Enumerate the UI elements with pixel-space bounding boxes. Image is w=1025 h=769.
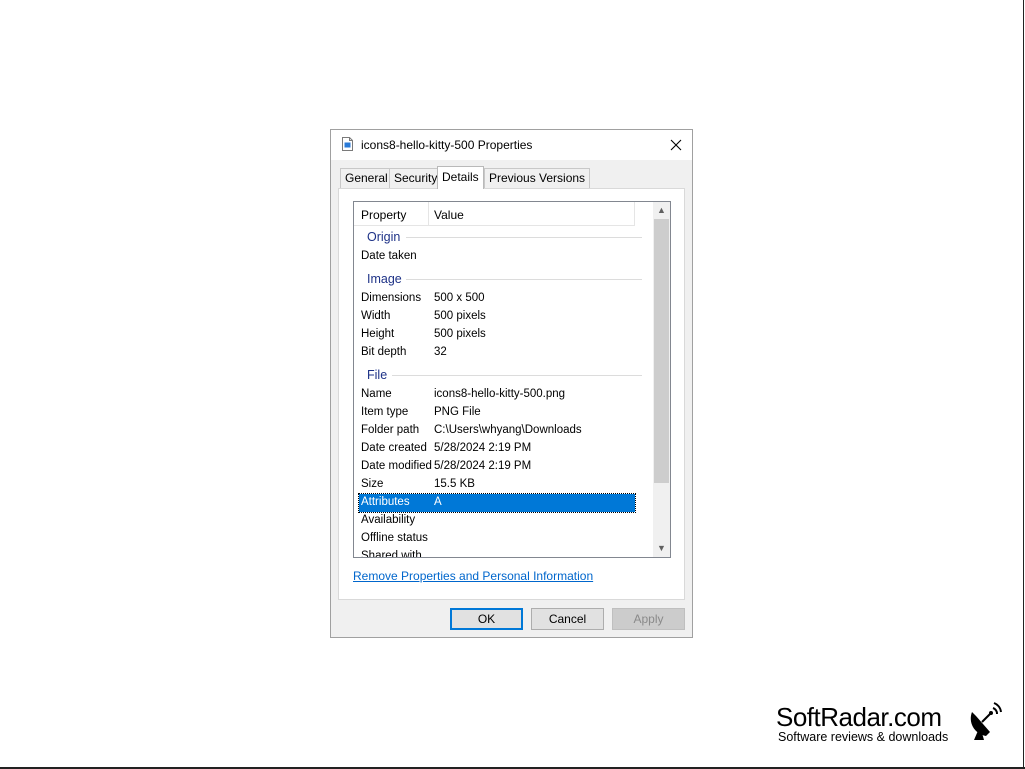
scroll-up-arrow-icon[interactable]: ▲ <box>653 202 670 219</box>
property-row-bit-depth[interactable]: Bit depth 32 <box>359 344 635 362</box>
screen-edge-right <box>1023 0 1024 769</box>
property-row-offline-status[interactable]: Offline status <box>359 530 635 548</box>
property-row-dimensions[interactable]: Dimensions 500 x 500 <box>359 290 635 308</box>
remove-properties-link[interactable]: Remove Properties and Personal Informati… <box>353 569 593 583</box>
satellite-dish-icon <box>970 702 1002 740</box>
property-row-attributes[interactable]: Attributes A <box>358 493 636 513</box>
property-row-item-type[interactable]: Item type PNG File <box>359 404 635 422</box>
softradar-watermark: SoftRadar.com Software reviews & downloa… <box>776 702 1006 752</box>
property-row-size[interactable]: Size 15.5 KB <box>359 476 635 494</box>
window-title: icons8-hello-kitty-500 Properties <box>361 138 533 152</box>
property-row-folder-path[interactable]: Folder path C:\Users\whyang\Downloads <box>359 422 635 440</box>
file-image-icon <box>342 137 353 151</box>
apply-button[interactable]: Apply <box>612 608 685 630</box>
scroll-down-arrow-icon[interactable]: ▼ <box>653 540 670 557</box>
group-header-origin: Origin <box>367 230 401 244</box>
brand-name: SoftRadar.com <box>776 702 942 732</box>
column-separator[interactable] <box>634 202 635 226</box>
brand-tagline: Software reviews & downloads <box>778 730 949 744</box>
tab-general[interactable]: General <box>340 168 393 188</box>
group-header-image: Image <box>367 272 402 286</box>
tab-previous-versions[interactable]: Previous Versions <box>484 168 591 188</box>
column-separator[interactable] <box>428 202 429 226</box>
property-row-availability[interactable]: Availability <box>359 512 635 530</box>
cancel-button[interactable]: Cancel <box>531 608 604 630</box>
property-row-width[interactable]: Width 500 pixels <box>359 308 635 326</box>
column-header-property[interactable]: Property <box>361 208 406 222</box>
group-header-file: File <box>367 368 388 382</box>
tab-details[interactable]: Details <box>437 166 484 189</box>
details-panel: Property Value Origin Date taken Image D… <box>338 188 685 600</box>
vertical-scrollbar[interactable]: ▲ ▼ <box>653 202 670 557</box>
list-header: Property Value <box>354 202 635 226</box>
property-row-date-taken[interactable]: Date taken <box>359 248 635 266</box>
property-row-date-created[interactable]: Date created 5/28/2024 2:19 PM <box>359 440 635 458</box>
property-row-date-modified[interactable]: Date modified 5/28/2024 2:19 PM <box>359 458 635 476</box>
group-divider <box>406 279 642 280</box>
property-row-height[interactable]: Height 500 pixels <box>359 326 635 344</box>
close-icon[interactable] <box>663 132 689 158</box>
scrollbar-thumb[interactable] <box>654 219 669 483</box>
properties-dialog: icons8-hello-kitty-500 Properties Genera… <box>330 129 693 638</box>
ok-button[interactable]: OK <box>450 608 523 630</box>
property-row-name[interactable]: Name icons8-hello-kitty-500.png <box>359 386 635 404</box>
column-header-value[interactable]: Value <box>434 208 464 222</box>
list-body: Origin Date taken Image Dimensions 500 x… <box>354 226 652 557</box>
title-bar[interactable]: icons8-hello-kitty-500 Properties <box>331 130 692 160</box>
group-divider <box>406 237 642 238</box>
property-row-shared-with[interactable]: Shared with <box>359 548 635 557</box>
group-divider <box>392 375 642 376</box>
tab-security[interactable]: Security <box>389 168 443 188</box>
property-list[interactable]: Property Value Origin Date taken Image D… <box>353 201 671 558</box>
